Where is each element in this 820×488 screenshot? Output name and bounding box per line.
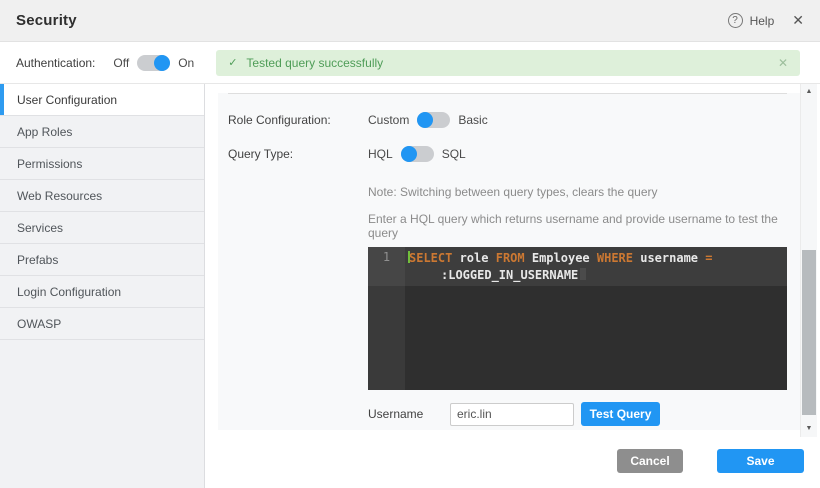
editor-empty-area — [368, 286, 787, 390]
role-configuration-label: Role Configuration: — [228, 113, 368, 127]
toggle-knob — [401, 146, 417, 162]
sidebar-item-label: Login Configuration — [17, 285, 121, 299]
banner-close-icon[interactable]: ✕ — [778, 56, 788, 70]
footer: Cancel Save — [205, 437, 820, 488]
scrollbar-thumb[interactable] — [802, 250, 816, 415]
sidebar-item-label: Services — [17, 221, 63, 235]
save-button[interactable]: Save — [717, 449, 804, 473]
titlebar-actions: ? Help ✕ — [728, 12, 804, 29]
query-hql-label: HQL — [368, 147, 393, 161]
query-note: Note: Switching between query types, cle… — [368, 185, 800, 199]
section-divider — [228, 93, 787, 94]
username-label: Username — [368, 407, 450, 421]
hql-query-editor[interactable]: 1 SELECT role FROM Employee WHERE userna… — [368, 247, 787, 390]
sql-keyword-token: = — [705, 251, 712, 265]
sidebar-item-app-roles[interactable]: App Roles — [0, 116, 204, 148]
query-type-toggle[interactable] — [401, 146, 434, 162]
sql-identifier-token: role — [452, 251, 495, 265]
editor-active-line: 1 SELECT role FROM Employee WHERE userna… — [368, 247, 787, 286]
check-icon: ✓ — [228, 56, 237, 69]
user-configuration-form: Role Configuration: Custom Basic Query T… — [218, 107, 800, 430]
query-type-row: Query Type: HQL SQL — [228, 141, 800, 167]
sidebar-item-label: Prefabs — [17, 253, 58, 267]
sql-identifier-token: Employee — [525, 251, 597, 265]
sidebar-item-label: OWASP — [17, 317, 61, 331]
query-instruction: Enter a HQL query which returns username… — [368, 212, 800, 240]
authentication-toggle[interactable] — [137, 55, 170, 71]
toggle-knob — [154, 55, 170, 71]
sidebar-item-web-resources[interactable]: Web Resources — [0, 180, 204, 212]
toggle-knob — [417, 112, 433, 128]
page-title: Security — [16, 12, 77, 29]
sidebar-item-user-configuration[interactable]: User Configuration — [0, 84, 204, 116]
sidebar-item-permissions[interactable]: Permissions — [0, 148, 204, 180]
editor-gutter — [368, 286, 405, 390]
vertical-scrollbar[interactable]: ▲ ▼ — [800, 84, 817, 437]
role-basic-label: Basic — [458, 113, 487, 127]
username-row: Username Test Query — [368, 402, 800, 426]
sql-identifier-token: username — [633, 251, 705, 265]
scrolled-section-remnant — [218, 84, 800, 93]
help-button[interactable]: ? Help — [728, 13, 775, 28]
cancel-button[interactable]: Cancel — [617, 449, 683, 473]
role-custom-label: Custom — [368, 113, 409, 127]
authentication-off-label: Off — [113, 56, 129, 70]
scrollbar-up-arrow-icon[interactable]: ▲ — [801, 88, 817, 96]
editor-code: SELECT role FROM Employee WHERE username… — [405, 247, 787, 286]
query-type-switch-group: HQL SQL — [368, 146, 466, 162]
editor-line-number: 1 — [368, 247, 405, 286]
sidebar-item-label: Web Resources — [17, 189, 102, 203]
success-banner: ✓ Tested query successfully ✕ — [216, 50, 800, 76]
editor-ghost-cursor — [580, 268, 586, 280]
role-configuration-switch-group: Custom Basic — [368, 112, 488, 128]
editor-line-1: SELECT role FROM Employee WHERE username… — [408, 250, 783, 267]
settings-panel: Role Configuration: Custom Basic Query T… — [218, 84, 800, 430]
sql-identifier-token: :LOGGED_IN_USERNAME — [441, 268, 578, 282]
titlebar: Security ? Help ✕ — [0, 0, 820, 42]
sql-keyword-token: FROM — [496, 251, 525, 265]
username-input[interactable] — [450, 403, 574, 426]
sidebar-item-login-configuration[interactable]: Login Configuration — [0, 276, 204, 308]
help-label: Help — [750, 14, 775, 28]
sidebar-item-owasp[interactable]: OWASP — [0, 308, 204, 340]
sidebar-item-services[interactable]: Services — [0, 212, 204, 244]
authentication-label: Authentication: — [16, 56, 95, 70]
help-icon: ? — [728, 13, 743, 28]
sidebar: User Configuration App Roles Permissions We… — [0, 84, 205, 488]
editor-blank — [405, 286, 787, 390]
close-icon[interactable]: ✕ — [792, 12, 804, 29]
role-configuration-toggle[interactable] — [417, 112, 450, 128]
test-query-button[interactable]: Test Query — [581, 402, 660, 426]
query-type-label: Query Type: — [228, 147, 368, 161]
editor-line-2: :LOGGED_IN_USERNAME — [408, 267, 783, 284]
scrollbar-down-arrow-icon[interactable]: ▼ — [801, 425, 817, 433]
sql-keyword-token: WHERE — [597, 251, 633, 265]
authentication-row: Authentication: Off On ✓ Tested query su… — [0, 42, 820, 84]
main-content: Role Configuration: Custom Basic Query T… — [205, 84, 820, 488]
query-sql-label: SQL — [442, 147, 466, 161]
sql-keyword-token: SELECT — [409, 251, 452, 265]
sidebar-item-label: User Configuration — [17, 93, 117, 107]
sidebar-item-label: Permissions — [17, 157, 82, 171]
sidebar-item-label: App Roles — [17, 125, 72, 139]
banner-message: Tested query successfully — [246, 56, 383, 70]
authentication-on-label: On — [178, 56, 194, 70]
sidebar-item-prefabs[interactable]: Prefabs — [0, 244, 204, 276]
role-configuration-row: Role Configuration: Custom Basic — [228, 107, 800, 133]
